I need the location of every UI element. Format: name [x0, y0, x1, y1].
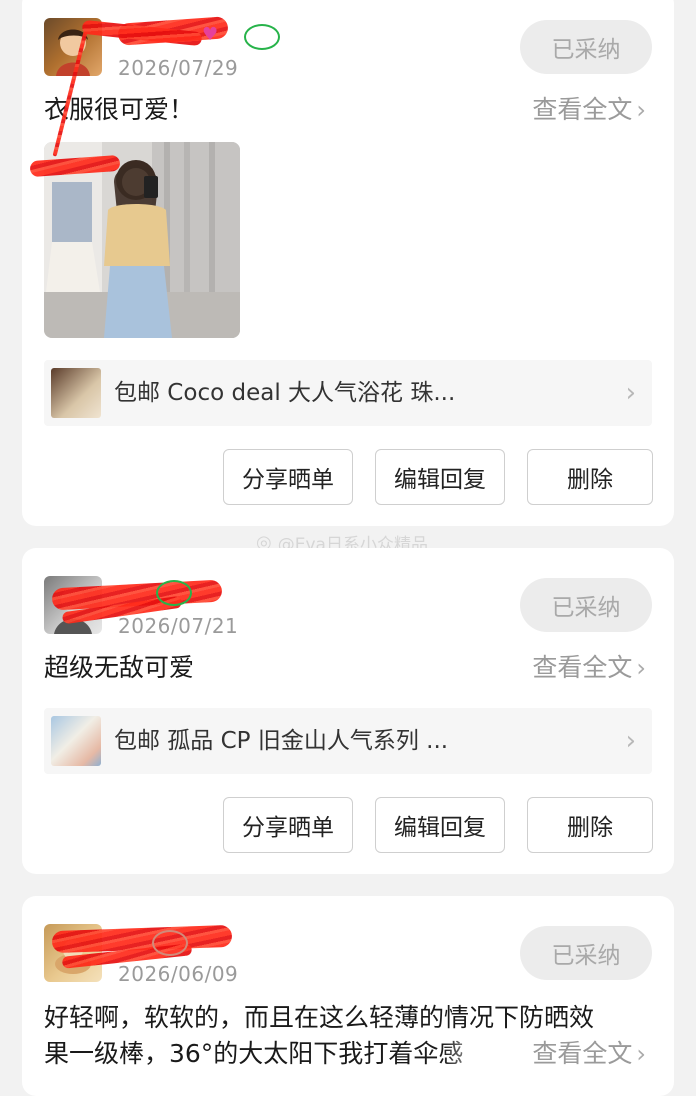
review-date: 2026/07/29 — [118, 56, 239, 80]
adopted-button[interactable]: 已采纳 — [520, 20, 652, 74]
view-all-label: 查看全文 — [532, 95, 633, 124]
review-card: 2026/07/21 已采纳 超级无敌可爱 查看全文 › 包邮 孤品 CP 旧金… — [22, 548, 674, 874]
heart-icon: ♥ — [202, 24, 219, 45]
view-all-link[interactable]: 查看全文 › — [532, 90, 646, 130]
review-text-line-1: 好轻啊，软软的，而且在这么轻薄的情况下防晒效 — [44, 1003, 595, 1032]
share-button[interactable]: 分享晒单 — [223, 449, 353, 505]
chevron-right-icon: › — [625, 726, 636, 756]
product-row[interactable]: 包邮 Coco deal 大人气浴花 珠... › — [44, 360, 652, 426]
review-card: ♥ 2026/07/29 已采纳 衣服很可爱！ 查看全文 › 包邮 Coco d… — [22, 0, 674, 526]
review-text: 超级无敌可爱 — [44, 653, 195, 682]
chevron-right-icon: › — [636, 654, 646, 682]
chevron-right-icon: › — [625, 378, 636, 408]
view-all-label: 查看全文 — [532, 653, 633, 682]
delete-button[interactable]: 删除 — [527, 449, 653, 505]
verified-badge-icon — [156, 580, 192, 606]
adopted-button[interactable]: 已采纳 — [520, 926, 652, 980]
share-button[interactable]: 分享晒单 — [223, 797, 353, 853]
review-text-line-2: 果一级棒，36°的大太阳下我打着伞感 — [44, 1039, 464, 1068]
adopted-button[interactable]: 已采纳 — [520, 578, 652, 632]
view-all-label: 查看全文 — [532, 1039, 633, 1068]
review-card: 2026/06/09 已采纳 好轻啊，软软的，而且在这么轻薄的情况下防晒效 果一… — [22, 896, 674, 1096]
chevron-right-icon: › — [636, 1040, 646, 1068]
chevron-right-icon: › — [636, 96, 646, 124]
verified-badge-icon — [152, 930, 188, 956]
product-thumbnail — [51, 368, 101, 418]
view-all-link[interactable]: 查看全文 › — [532, 648, 646, 688]
product-title: 包邮 Coco deal 大人气浴花 珠... — [114, 380, 456, 406]
product-title: 包邮 孤品 CP 旧金山人气系列 ... — [114, 728, 449, 754]
review-date: 2026/06/09 — [118, 962, 239, 986]
product-row[interactable]: 包邮 孤品 CP 旧金山人气系列 ... › — [44, 708, 652, 774]
delete-button[interactable]: 删除 — [527, 797, 653, 853]
view-all-link[interactable]: 查看全文 › — [532, 1034, 646, 1074]
text-fade — [442, 1036, 522, 1076]
product-thumbnail — [51, 716, 101, 766]
edit-reply-button[interactable]: 编辑回复 — [375, 797, 505, 853]
verified-badge-icon — [244, 24, 280, 50]
review-date: 2026/07/21 — [118, 614, 239, 638]
edit-reply-button[interactable]: 编辑回复 — [375, 449, 505, 505]
